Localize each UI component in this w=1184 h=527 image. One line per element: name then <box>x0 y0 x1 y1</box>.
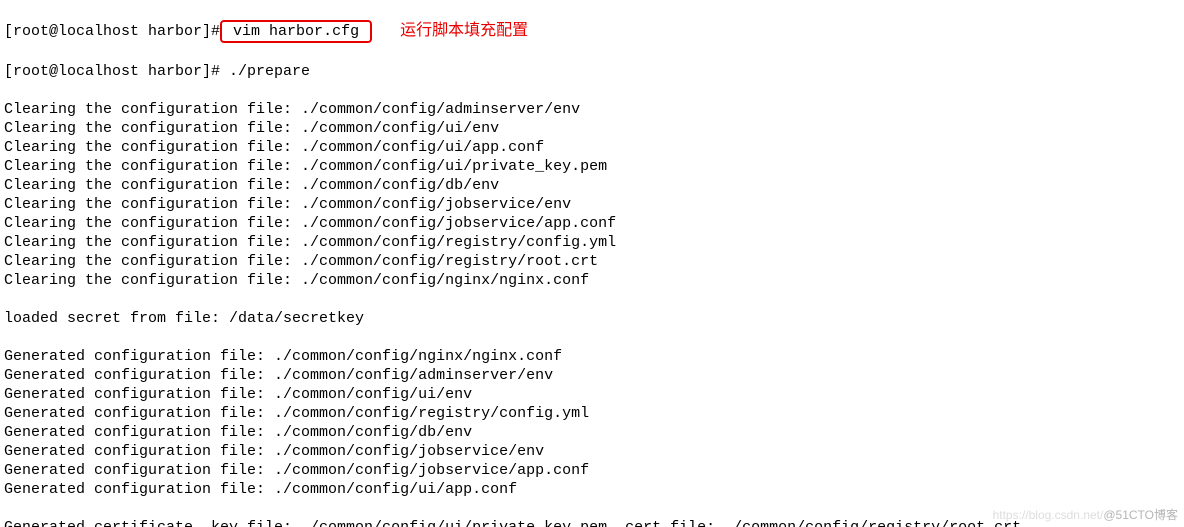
prompt-line-2: [root@localhost harbor]# ./prepare <box>4 62 1184 81</box>
clearing-line: Clearing the configuration file: ./commo… <box>4 271 1184 290</box>
clearing-line: Clearing the configuration file: ./commo… <box>4 233 1184 252</box>
watermark: https://blog.csdn.net/@51CTO博客 <box>993 506 1178 525</box>
generated-line: Generated configuration file: ./common/c… <box>4 385 1184 404</box>
secret-line: loaded secret from file: /data/secretkey <box>4 309 1184 328</box>
annotation-text: 运行脚本填充配置 <box>400 21 528 40</box>
clearing-line: Clearing the configuration file: ./commo… <box>4 100 1184 119</box>
clearing-line: Clearing the configuration file: ./commo… <box>4 176 1184 195</box>
clearing-line: Clearing the configuration file: ./commo… <box>4 252 1184 271</box>
generated-line: Generated configuration file: ./common/c… <box>4 404 1184 423</box>
terminal-output[interactable]: [root@localhost harbor]# vim harbor.cfg … <box>0 0 1184 527</box>
generated-line: Generated configuration file: ./common/c… <box>4 461 1184 480</box>
clearing-line: Clearing the configuration file: ./commo… <box>4 214 1184 233</box>
clearing-line: Clearing the configuration file: ./commo… <box>4 119 1184 138</box>
clearing-line: Clearing the configuration file: ./commo… <box>4 138 1184 157</box>
prompt: [root@localhost harbor]# <box>4 63 220 80</box>
generated-line: Generated configuration file: ./common/c… <box>4 442 1184 461</box>
generated-line: Generated configuration file: ./common/c… <box>4 366 1184 385</box>
prompt: [root@localhost harbor]# <box>4 23 220 40</box>
command: ./prepare <box>220 63 310 80</box>
generated-line: Generated configuration file: ./common/c… <box>4 347 1184 366</box>
highlighted-command: vim harbor.cfg <box>220 20 372 43</box>
prompt-line-1: [root@localhost harbor]# vim harbor.cfg … <box>4 21 1184 43</box>
clearing-line: Clearing the configuration file: ./commo… <box>4 195 1184 214</box>
clearing-line: Clearing the configuration file: ./commo… <box>4 157 1184 176</box>
generated-line: Generated configuration file: ./common/c… <box>4 480 1184 499</box>
generated-line: Generated configuration file: ./common/c… <box>4 423 1184 442</box>
